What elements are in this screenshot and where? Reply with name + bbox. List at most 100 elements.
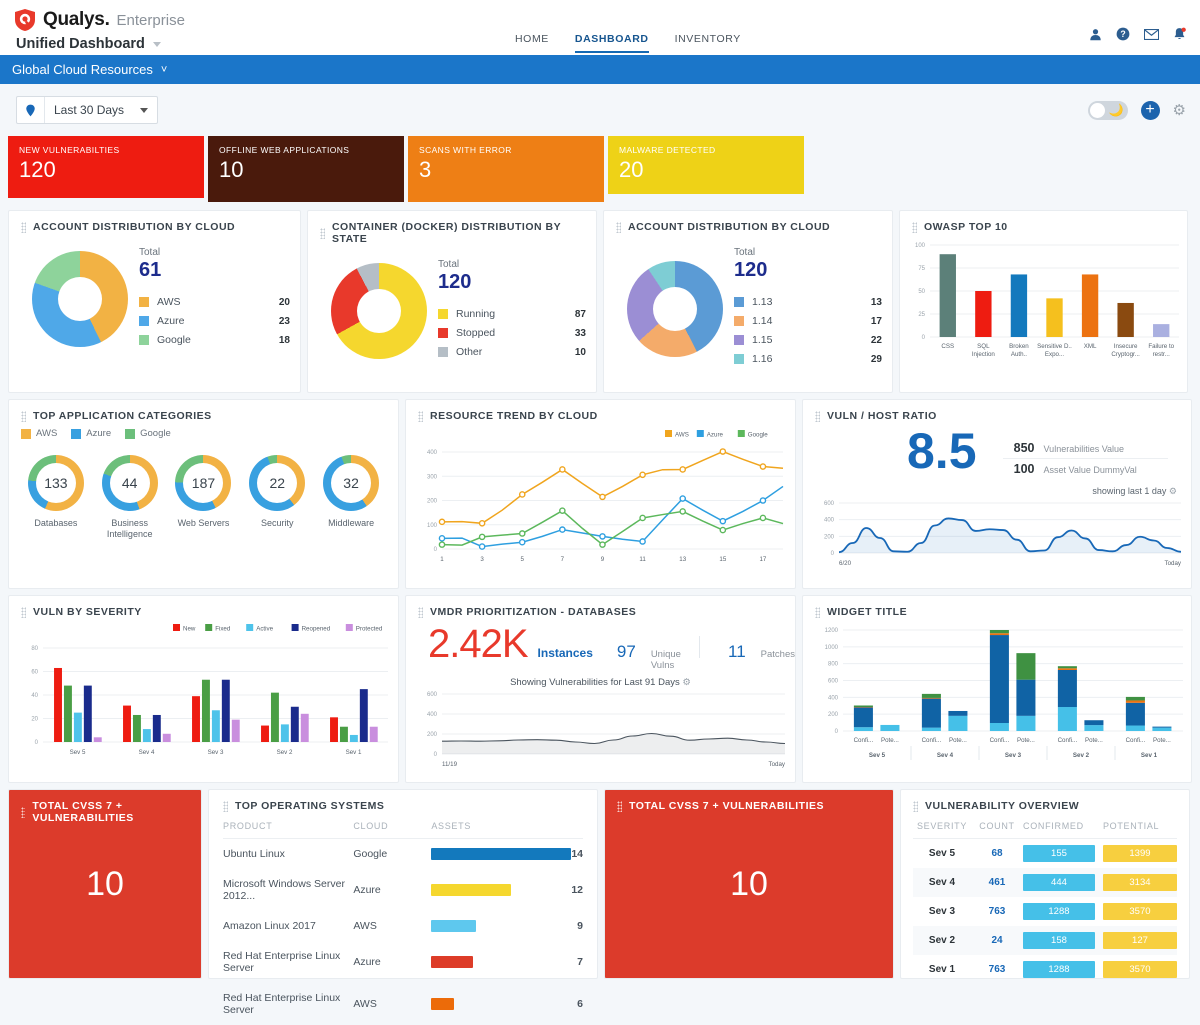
table-row[interactable]: Red Hat Enterprise Linux Server AWS 6 <box>223 983 583 1025</box>
mail-icon[interactable] <box>1144 29 1159 40</box>
widget-top-operating-systems[interactable]: TOP OPERATING SYSTEMS PRODUCT CLOUD ASSE… <box>208 789 598 979</box>
widget-vulnerability-overview[interactable]: VULNERABILITY OVERVIEW SEVERITY COUNT CO… <box>900 789 1190 979</box>
table-row[interactable]: Ubuntu Linux Google 14 <box>223 839 583 870</box>
drag-handle-icon[interactable] <box>815 411 820 422</box>
svg-text:1200: 1200 <box>825 628 839 634</box>
category-item[interactable]: 133 Databases <box>19 455 93 541</box>
drag-handle-icon[interactable] <box>912 222 917 233</box>
widget-title: VMDR PRIORITIZATION - DATABASES <box>430 606 636 618</box>
drag-handle-icon[interactable] <box>418 607 423 618</box>
table-row[interactable]: Sev 4 461 444 3134 <box>913 868 1177 897</box>
nav-item-dashboard[interactable]: DASHBOARD <box>575 33 649 53</box>
svg-text:Insecure: Insecure <box>1114 343 1138 350</box>
widget-owasp-top-10[interactable]: OWASP TOP 10 0255075100CSSSQLInjectionBr… <box>899 210 1188 393</box>
table-header-row: PRODUCT CLOUD ASSETS <box>223 812 583 839</box>
drag-handle-icon[interactable] <box>320 228 325 239</box>
widget-row-2: TOP APPLICATION CATEGORIES AWS Azure Goo… <box>8 399 1192 589</box>
svg-text:Pote...: Pote... <box>1017 737 1035 744</box>
widget-total-cvss-right[interactable]: TOTAL CVSS 7 + VULNERABILITIES 10 <box>604 789 894 979</box>
table-row[interactable]: Sev 2 24 158 127 <box>913 926 1177 955</box>
kpi-card-malware-detected[interactable]: MALWARE DETECTED 20 <box>608 136 804 194</box>
category-item[interactable]: 22 Security <box>240 455 314 541</box>
user-icon[interactable] <box>1089 28 1102 41</box>
widget-vuln-host-ratio[interactable]: VULN / HOST RATIO 8.5 850 Vulnerabilitie… <box>802 399 1192 589</box>
table-row[interactable]: Microsoft Windows Server 2012... Azure 1… <box>223 869 583 911</box>
kpi-card-offline-web-applications[interactable]: OFFLINE WEB APPLICATIONS 10 <box>208 136 404 202</box>
category-value: 44 <box>102 455 158 511</box>
category-item[interactable]: 44 Business Intelligence <box>93 455 167 541</box>
svg-text:11: 11 <box>639 556 646 563</box>
drag-handle-icon[interactable] <box>21 411 26 422</box>
showing-label: showing last 1 day <box>1092 486 1166 496</box>
kpi-card-new-vulnerabilities[interactable]: NEW VULNERABILTIES 120 <box>8 136 204 198</box>
help-icon[interactable]: ? <box>1116 27 1130 41</box>
table-row[interactable]: Amazon Linux 2017 AWS 9 <box>223 911 583 941</box>
widget-account-distribution-2[interactable]: ACCOUNT DISTRIBUTION BY CLOUD Total 120 … <box>603 210 893 393</box>
nav-item-inventory[interactable]: INVENTORY <box>675 33 741 53</box>
table-row[interactable]: Red Hat Enterprise Linux Server Azure 7 <box>223 941 583 983</box>
dark-mode-toggle[interactable]: 🌙 <box>1088 101 1128 120</box>
widget-vuln-by-severity[interactable]: VULN BY SEVERITY 020406080Sev 5Sev 4Sev … <box>8 595 399 783</box>
table-row[interactable]: Sev 1 763 1288 3570 <box>913 955 1177 984</box>
widget-widget-title[interactable]: WIDGET TITLE 020040060080010001200Confi.… <box>802 595 1192 783</box>
donut-chart <box>32 251 128 347</box>
drag-handle-icon[interactable] <box>418 411 423 422</box>
column-count: COUNT <box>971 812 1023 839</box>
category-item[interactable]: 187 Web Servers <box>167 455 241 541</box>
gear-icon[interactable]: ⚙ <box>1169 486 1177 496</box>
legend-value: 23 <box>279 316 290 327</box>
table-row[interactable]: Sev 3 763 1288 3570 <box>913 897 1177 926</box>
svg-text:Sev 4: Sev 4 <box>937 752 954 759</box>
dashboard-selector[interactable]: Unified Dashboard <box>14 36 185 52</box>
table-row[interactable]: Sev 5 68 155 1399 <box>913 839 1177 869</box>
category-ring: 133 <box>28 455 84 511</box>
nav-item-home[interactable]: HOME <box>515 33 549 53</box>
cell-count: 68 <box>971 839 1023 869</box>
top-os-table: PRODUCT CLOUD ASSETS Ubuntu Linux Google… <box>223 812 583 1025</box>
drag-handle-icon[interactable] <box>616 222 621 233</box>
svg-text:100: 100 <box>915 243 926 249</box>
drag-handle-icon[interactable] <box>913 801 918 812</box>
drag-handle-icon[interactable] <box>21 222 26 233</box>
drag-handle-icon[interactable] <box>815 607 820 618</box>
gear-icon[interactable]: ⚙ <box>1173 101 1186 119</box>
qualys-logo-icon <box>14 8 36 32</box>
drag-handle-icon[interactable] <box>223 801 228 812</box>
widget-container-distribution[interactable]: CONTAINER (DOCKER) DISTRIBUTION BY STATE… <box>307 210 597 393</box>
category-item[interactable]: 32 Middleware <box>314 455 388 541</box>
notification-icon[interactable] <box>1173 27 1186 41</box>
widget-resource-trend[interactable]: RESOURCE TREND BY CLOUD 0100200300400135… <box>405 399 796 589</box>
widget-title: CONTAINER (DOCKER) DISTRIBUTION BY STATE <box>332 221 596 245</box>
widget-row-1: ACCOUNT DISTRIBUTION BY CLOUD Total 61 A… <box>8 210 1192 393</box>
widget-title: VULNERABILITY OVERVIEW <box>925 800 1079 812</box>
category-ring: 44 <box>102 455 158 511</box>
tag-icon[interactable] <box>17 97 45 123</box>
moon-icon: 🌙 <box>1109 104 1124 116</box>
breadcrumb[interactable]: Global Cloud Resources ˅ <box>0 55 1200 84</box>
legend-value: 13 <box>871 297 882 308</box>
widget-account-distribution-1[interactable]: ACCOUNT DISTRIBUTION BY CLOUD Total 61 A… <box>8 210 301 393</box>
widget-vmdr-prioritization[interactable]: VMDR PRIORITIZATION - DATABASES 2.42K In… <box>405 595 796 783</box>
table-body: Ubuntu Linux Google 14 Microsoft Windows… <box>223 839 583 1025</box>
cell-confirmed: 1288 <box>1023 955 1103 984</box>
kpi-card-scans-with-error[interactable]: SCANS WITH ERROR 3 <box>408 136 604 202</box>
ratio-value: 8.5 <box>907 428 977 476</box>
widget-total-cvss-left[interactable]: TOTAL CVSS 7 + VULNERABILITIES 10 <box>8 789 202 979</box>
widget-title: VULN BY SEVERITY <box>33 606 142 618</box>
legend-swatch <box>139 335 149 345</box>
legend-label: AWS <box>157 296 279 308</box>
category-value: 133 <box>28 455 84 511</box>
svg-text:Google: Google <box>748 432 769 439</box>
date-range-select[interactable]: Last 30 Days <box>45 97 157 123</box>
svg-text:9: 9 <box>601 556 605 563</box>
top-header: Qualys. Enterprise Unified Dashboard HOM… <box>0 0 1200 55</box>
gear-icon[interactable]: ⚙ <box>682 677 691 688</box>
add-widget-button[interactable]: + <box>1141 101 1160 120</box>
widget-top-application-categories[interactable]: TOP APPLICATION CATEGORIES AWS Azure Goo… <box>8 399 399 589</box>
kpi-label: NEW VULNERABILTIES <box>19 145 193 155</box>
cell-cloud: Azure <box>353 869 431 911</box>
svg-text:Reopened: Reopened <box>302 626 331 633</box>
legend-item: Azure <box>71 428 111 439</box>
drag-handle-icon[interactable] <box>21 607 26 618</box>
cell-count: 763 <box>971 955 1023 984</box>
